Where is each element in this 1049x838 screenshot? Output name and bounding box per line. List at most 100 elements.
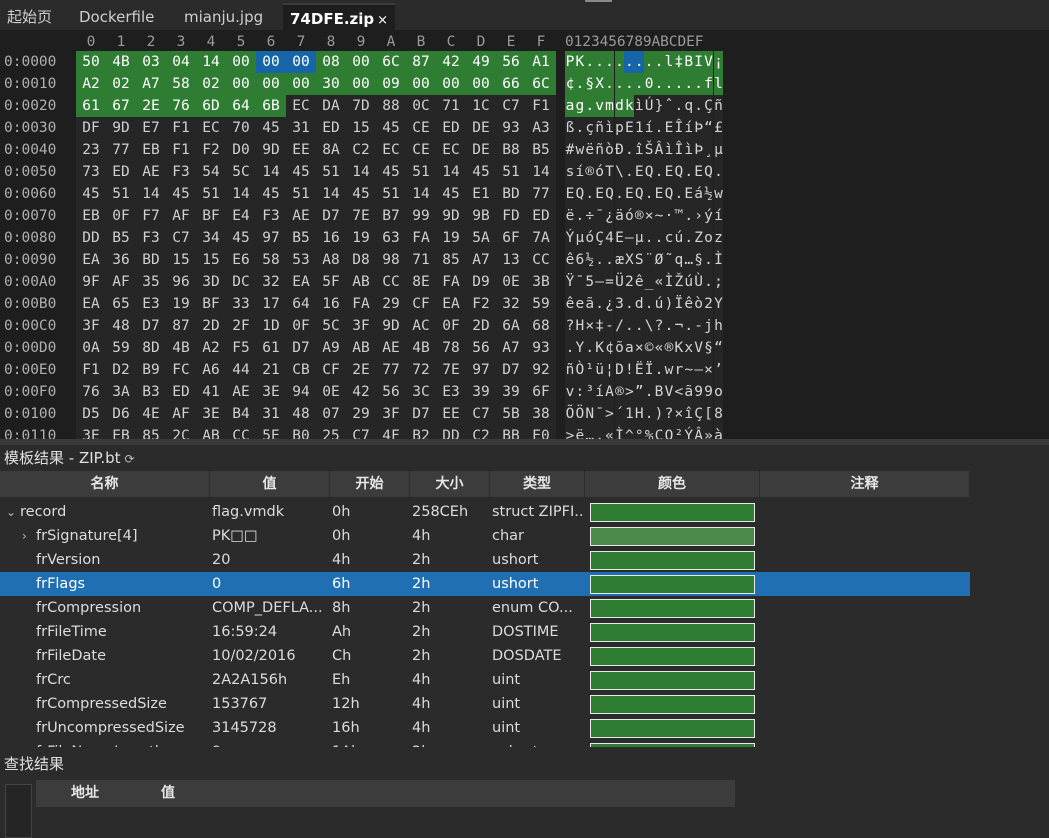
hex-byte[interactable]: 07: [316, 403, 346, 425]
hex-byte[interactable]: B7: [376, 205, 406, 227]
ascii-char[interactable]: ¬: [673, 315, 684, 337]
hex-byte[interactable]: 17: [256, 293, 286, 315]
hex-byte[interactable]: 14: [406, 183, 436, 205]
hex-byte[interactable]: F1: [76, 359, 106, 381]
hex-byte[interactable]: 77: [106, 139, 136, 161]
hex-byte[interactable]: 93: [526, 337, 556, 359]
hex-byte[interactable]: 15: [346, 117, 376, 139]
ascii-char[interactable]: §: [703, 337, 714, 359]
hex-byte[interactable]: FA: [346, 293, 376, 315]
ascii-char[interactable]: .: [703, 271, 714, 293]
hex-byte[interactable]: AF: [106, 271, 136, 293]
ascii-char[interactable]: ê: [565, 249, 575, 271]
hex-byte[interactable]: 77: [376, 359, 406, 381]
hex-byte[interactable]: 45: [376, 117, 406, 139]
table-header-col-comment[interactable]: 注释: [760, 471, 970, 497]
hex-byte[interactable]: 8A: [316, 139, 346, 161]
ascii-char[interactable]: Y: [713, 293, 724, 315]
ascii-char[interactable]: K: [574, 51, 585, 73]
hex-byte[interactable]: 32: [256, 271, 286, 293]
table-row[interactable]: ⌄ record flag.vmdk 0h 258CEh struct ZIPFI...: [0, 500, 970, 524]
ascii-char[interactable]: í: [713, 205, 724, 227]
hex-byte[interactable]: 73: [76, 161, 106, 183]
hex-byte[interactable]: 00: [346, 51, 376, 73]
hex-byte[interactable]: F1: [166, 139, 196, 161]
ascii-char[interactable]: .: [644, 227, 655, 249]
ascii-char[interactable]: !: [624, 359, 635, 381]
hex-byte[interactable]: 51: [106, 183, 136, 205]
table-header-col-name[interactable]: 名称: [0, 471, 210, 497]
ascii-char[interactable]: 3: [614, 293, 625, 315]
ascii-char[interactable]: ñ: [594, 139, 605, 161]
ascii-char[interactable]: ü: [594, 359, 605, 381]
hex-byte[interactable]: 45: [76, 183, 106, 205]
ascii-char[interactable]: .: [584, 51, 595, 73]
ascii-char[interactable]: P: [565, 51, 575, 73]
ascii-char[interactable]: ×: [634, 337, 645, 359]
hex-byte[interactable]: 25: [316, 425, 346, 439]
hex-byte[interactable]: 5B: [496, 403, 526, 425]
hex-byte[interactable]: 38: [526, 403, 556, 425]
hex-byte[interactable]: 0F: [436, 315, 466, 337]
hex-byte[interactable]: C2: [466, 425, 496, 439]
hex-byte[interactable]: 61: [76, 95, 106, 117]
hex-byte[interactable]: CE: [406, 117, 436, 139]
ascii-char[interactable]: ¦: [604, 359, 615, 381]
ascii-char[interactable]: Q: [634, 183, 645, 205]
ascii-char[interactable]: .: [624, 315, 635, 337]
table-header-col-value[interactable]: 值: [210, 471, 330, 497]
hex-byte[interactable]: 45: [286, 161, 316, 183]
ascii-char[interactable]: .: [565, 337, 575, 359]
hex-byte[interactable]: BF: [196, 205, 226, 227]
ascii-char[interactable]: ì: [683, 139, 694, 161]
ascii-char[interactable]: X: [624, 249, 635, 271]
ascii-char[interactable]: E: [654, 183, 664, 205]
hex-byte[interactable]: 2D: [466, 315, 496, 337]
hex-byte[interactable]: 71: [436, 95, 466, 117]
hex-byte[interactable]: BB: [496, 425, 526, 439]
ascii-char[interactable]: E: [624, 183, 635, 205]
ascii-char[interactable]: O: [664, 425, 674, 439]
hex-byte[interactable]: 59: [106, 337, 136, 359]
ascii-char[interactable]: ): [664, 293, 674, 315]
hex-byte[interactable]: DE: [466, 139, 496, 161]
hex-byte[interactable]: 4B: [406, 337, 436, 359]
hex-byte[interactable]: 00: [286, 73, 316, 95]
ascii-char[interactable]: ×: [644, 205, 655, 227]
ascii-char[interactable]: ß: [565, 117, 575, 139]
hex-byte[interactable]: 78: [436, 337, 466, 359]
ascii-char[interactable]: B: [683, 51, 694, 73]
ascii-char[interactable]: ˆ: [664, 95, 674, 117]
ascii-char[interactable]: «: [654, 271, 664, 293]
ascii-char[interactable]: w: [713, 183, 724, 205]
hex-byte[interactable]: 00: [256, 51, 286, 73]
hex-byte[interactable]: 98: [376, 249, 406, 271]
ascii-char[interactable]: .: [584, 95, 595, 117]
ascii-char[interactable]: °: [634, 425, 645, 439]
hex-byte[interactable]: 44: [226, 359, 256, 381]
ascii-char[interactable]: í: [574, 161, 585, 183]
hex-byte[interactable]: D7: [496, 359, 526, 381]
ascii-char[interactable]: c: [664, 227, 674, 249]
ascii-char[interactable]: §: [693, 249, 704, 271]
ascii-char[interactable]: ¢: [565, 73, 575, 95]
ascii-char[interactable]: E: [624, 117, 635, 139]
hex-byte[interactable]: F1: [166, 117, 196, 139]
hex-byte[interactable]: 70: [226, 117, 256, 139]
hex-byte[interactable]: F3: [256, 205, 286, 227]
hex-byte[interactable]: B2: [406, 425, 436, 439]
ascii-char[interactable]: ó: [594, 161, 605, 183]
hex-byte[interactable]: 61: [256, 337, 286, 359]
ascii-char[interactable]: 0: [644, 73, 655, 95]
hex-byte[interactable]: EA: [76, 293, 106, 315]
ascii-char[interactable]: .: [584, 183, 595, 205]
hex-byte[interactable]: 50: [76, 51, 106, 73]
ascii-char[interactable]: ú: [654, 293, 664, 315]
ascii-char[interactable]: }: [654, 95, 664, 117]
ascii-char[interactable]: ;: [713, 271, 724, 293]
ascii-char[interactable]: <: [673, 381, 684, 403]
hex-byte[interactable]: CE: [406, 139, 436, 161]
table-header-col-color[interactable]: 颜色: [585, 471, 760, 497]
hex-byte[interactable]: 96: [166, 271, 196, 293]
hex-byte[interactable]: A7: [136, 73, 166, 95]
